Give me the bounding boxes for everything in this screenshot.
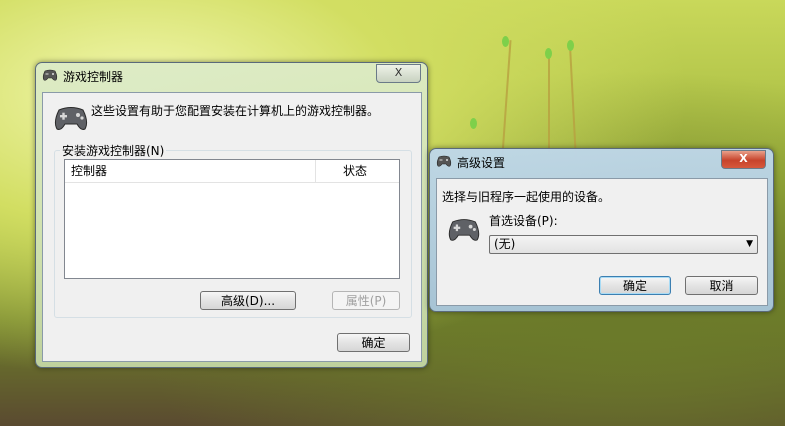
close-button[interactable]: X xyxy=(376,64,421,83)
list-header: 控制器 状态 xyxy=(65,160,399,183)
dialog-client-area: 选择与旧程序一起使用的设备。 首选设备(P): (无) ▼ 确定 取消 xyxy=(436,178,768,306)
gamepad-icon xyxy=(436,155,452,167)
controllers-list[interactable]: 控制器 状态 xyxy=(64,159,400,279)
preferred-device-value: (无) xyxy=(494,237,516,251)
properties-button[interactable]: 属性(P) xyxy=(332,291,400,310)
close-button[interactable]: X xyxy=(721,150,766,169)
ok-button[interactable]: 确定 xyxy=(337,333,410,352)
title-bar[interactable]: 高级设置 X xyxy=(430,149,773,173)
close-icon: X xyxy=(739,152,748,165)
column-header-status[interactable]: 状态 xyxy=(343,160,367,182)
game-controllers-window: 游戏控制器 X 这些设置有助于您配置安装在计算机上的游戏控制器。 安装游戏控制器… xyxy=(35,62,428,368)
gamepad-icon xyxy=(42,69,58,81)
preferred-device-label: 首选设备(P): xyxy=(489,214,558,228)
window-title: 游戏控制器 xyxy=(63,70,124,84)
dialog-title: 高级设置 xyxy=(457,156,506,170)
advanced-button[interactable]: 高级(D)... xyxy=(200,291,296,310)
gamepad-icon xyxy=(54,107,88,130)
instruction-text: 选择与旧程序一起使用的设备。 xyxy=(442,190,611,204)
group-label: 安装游戏控制器(N) xyxy=(60,142,167,159)
column-header-controller[interactable]: 控制器 xyxy=(71,160,107,182)
gamepad-icon xyxy=(448,219,480,241)
close-icon: X xyxy=(394,66,403,79)
title-bar[interactable]: 游戏控制器 X xyxy=(36,63,427,87)
ok-button[interactable]: 确定 xyxy=(599,276,671,295)
cancel-button[interactable]: 取消 xyxy=(685,276,758,295)
preferred-device-select[interactable]: (无) ▼ xyxy=(489,235,758,254)
window-client-area: 这些设置有助于您配置安装在计算机上的游戏控制器。 安装游戏控制器(N) 控制器 … xyxy=(42,92,422,362)
description-text: 这些设置有助于您配置安装在计算机上的游戏控制器。 xyxy=(91,104,380,118)
advanced-settings-dialog: 高级设置 X 选择与旧程序一起使用的设备。 首选设备(P): (无) ▼ 确定 … xyxy=(429,148,774,312)
chevron-down-icon[interactable]: ▼ xyxy=(746,236,753,253)
